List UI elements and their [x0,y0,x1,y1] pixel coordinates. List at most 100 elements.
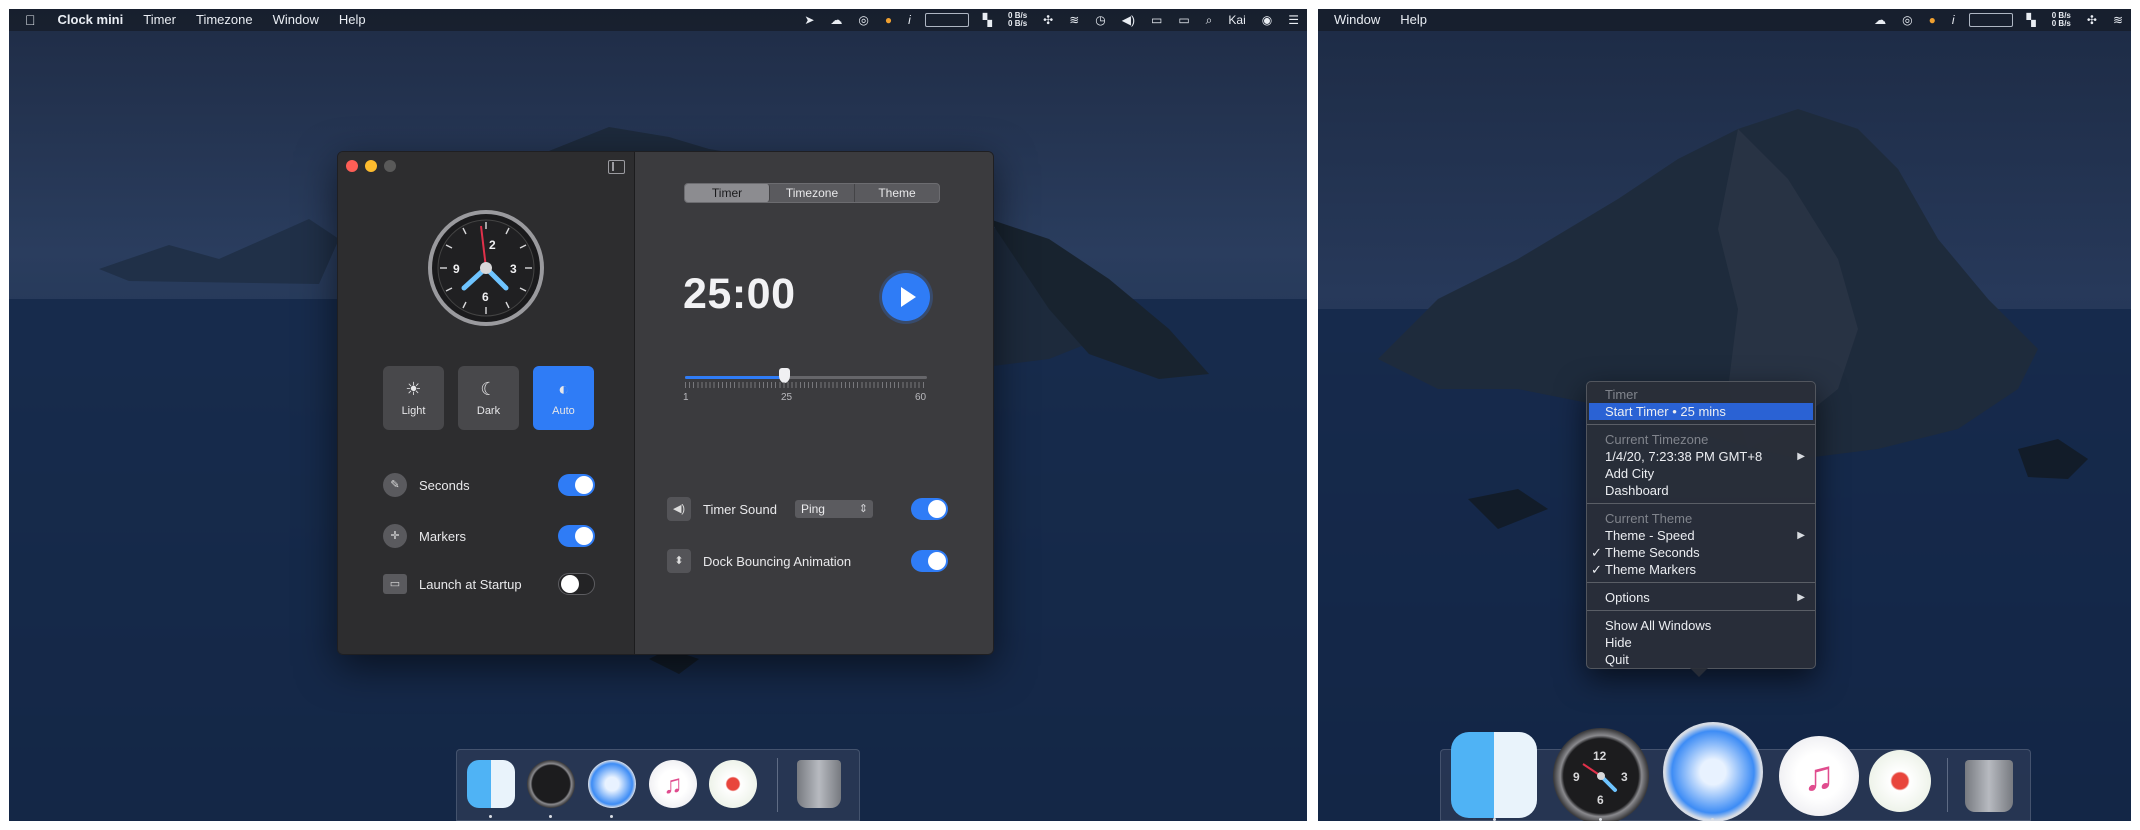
status-menu-extras: ☁ ◎ ● i ▚ 0 B/s 0 B/s ✣ ≋ [1866,9,2131,31]
options-label: Options [1605,590,1650,605]
input-box-icon[interactable] [924,13,969,27]
trash-icon[interactable] [1965,760,2013,812]
moon-icon: ☾ [480,379,497,399]
slider-knob[interactable] [779,368,791,383]
startup-icon: ▭ [383,574,407,594]
dock-clock-9: 9 [1573,770,1580,784]
theme-dark-button[interactable]: ☾ Dark [458,366,519,430]
time-machine-icon[interactable]: ◷ [1087,9,1113,31]
markers-icon: ✛ [383,524,407,548]
safari-icon[interactable] [1663,722,1763,821]
dock: ♫ [456,749,860,821]
play-icon[interactable] [882,273,930,321]
menu-separator [1587,503,1815,504]
finder-running-dot [489,815,492,818]
menu-item-add-city[interactable]: Add City [1587,465,1815,482]
flower-icon[interactable] [1869,750,1931,812]
safari-icon[interactable] [588,760,636,808]
activity-icon[interactable]: ▚ [2019,9,2044,31]
dock-separator [777,758,778,812]
menu-help[interactable]: Help [1390,9,1437,31]
info-icon[interactable]: i [900,9,919,31]
orange-status-dot[interactable]: ● [877,9,900,31]
user-name[interactable]: Kai [1220,9,1253,31]
launch-startup-toggle[interactable] [558,573,595,595]
finder-icon[interactable] [467,760,515,808]
flower-icon[interactable] [709,760,757,808]
tab-timezone[interactable]: Timezone [770,184,855,202]
info-icon[interactable]: i [1944,9,1963,31]
menu-item-quit[interactable]: Quit [1587,651,1815,668]
vpn-icon[interactable]: ✣ [1035,9,1061,31]
dock-separator [1947,758,1948,812]
theme-light-label: Light [401,405,426,417]
wifi-icon[interactable]: ≋ [2105,9,2131,31]
wifi-icon[interactable]: ≋ [1061,9,1087,31]
menu-item-options[interactable]: Options ▶ [1587,589,1815,606]
input-box-icon[interactable] [1968,13,2013,27]
siri-icon[interactable]: ◉ [1254,9,1280,31]
timer-sound-toggle[interactable] [911,498,948,520]
apple-icon[interactable]:  [9,9,48,31]
theme-light-button[interactable]: ☀ Light [383,366,444,430]
checkmark-icon: ✓ [1591,562,1602,577]
menu-bar: Window Help ☁ ◎ ● i ▚ 0 B/s 0 B/s ✣ ≋ [1318,9,2131,31]
dock-clock-6: 6 [1597,793,1604,807]
sync-icon[interactable]: ◎ [850,9,876,31]
seconds-toggle[interactable] [558,474,595,496]
menu-item-start-timer[interactable]: Start Timer • 25 mins [1589,403,1813,420]
vpn-icon[interactable]: ✣ [2079,9,2105,31]
dock-bounce-toggle[interactable] [911,550,948,572]
minimize-button[interactable] [365,160,377,172]
menu-window[interactable]: Window [263,9,329,31]
timer-slider[interactable] [685,368,927,383]
menu-header-theme: Current Theme [1605,511,1693,526]
clock-mini-icon[interactable]: 12 3 6 9 [1553,728,1649,821]
location-icon[interactable]: ➤ [796,9,822,31]
menu-timer[interactable]: Timer [133,9,186,31]
finder-icon[interactable] [1451,732,1537,818]
clock-running-dot [549,815,552,818]
sidebar-toggle-icon[interactable] [608,160,625,174]
zoom-button[interactable] [384,160,396,172]
theme-seconds-label: Theme Seconds [1605,545,1700,560]
sync-icon[interactable]: ◎ [1894,9,1920,31]
slider-ticks [685,382,927,388]
menu-app-name[interactable]: Clock mini [48,9,134,31]
activity-icon[interactable]: ▚ [975,9,1000,31]
flag-icon[interactable]: ▭ [1143,9,1170,31]
menu-timezone[interactable]: Timezone [186,9,263,31]
trash-icon[interactable] [797,760,841,808]
tab-timer[interactable]: Timer [685,184,770,202]
menu-item-hide[interactable]: Hide [1587,634,1815,651]
safari-running-dot [1711,818,1714,821]
tab-theme[interactable]: Theme [855,184,939,202]
clock-mini-icon[interactable] [527,760,575,808]
battery-icon[interactable]: ▭ [1170,9,1197,31]
menu-item-show-all-windows[interactable]: Show All Windows [1587,617,1815,634]
slider-min-label: 1 [683,392,689,403]
menu-window[interactable]: Window [1318,9,1390,31]
speaker-icon: ◀) [667,497,691,521]
music-icon[interactable]: ♫ [649,760,697,808]
music-icon[interactable]: ♫ [1779,736,1859,816]
volume-icon[interactable]: ◀) [1114,9,1143,31]
theme-auto-button[interactable]: ◐ Auto [533,366,594,430]
search-icon[interactable]: ⌕ [1198,9,1221,31]
menu-help[interactable]: Help [329,9,376,31]
menu-item-dashboard[interactable]: Dashboard [1587,482,1815,499]
menu-item-theme-markers[interactable]: ✓ Theme Markers [1587,561,1815,578]
cloud-app-icon[interactable]: ☁ [822,9,850,31]
close-button[interactable] [346,160,358,172]
markers-toggle[interactable] [558,525,595,547]
menu-item-current-time[interactable]: 1/4/20, 7:23:38 PM GMT+8 ▶ [1587,448,1815,465]
timer-sound-select[interactable]: Ping [794,500,873,518]
theme-speed-label: Theme - Speed [1605,528,1695,543]
menu-item-theme-seconds[interactable]: ✓ Theme Seconds [1587,544,1815,561]
orange-status-dot[interactable]: ● [1921,9,1944,31]
menu-item-theme-speed[interactable]: Theme - Speed ▶ [1587,527,1815,544]
current-time-label: 1/4/20, 7:23:38 PM GMT+8 [1605,449,1763,464]
checkmark-icon: ✓ [1591,545,1602,560]
cloud-app-icon[interactable]: ☁ [1866,9,1894,31]
control-center-icon[interactable]: ☰ [1280,9,1307,31]
